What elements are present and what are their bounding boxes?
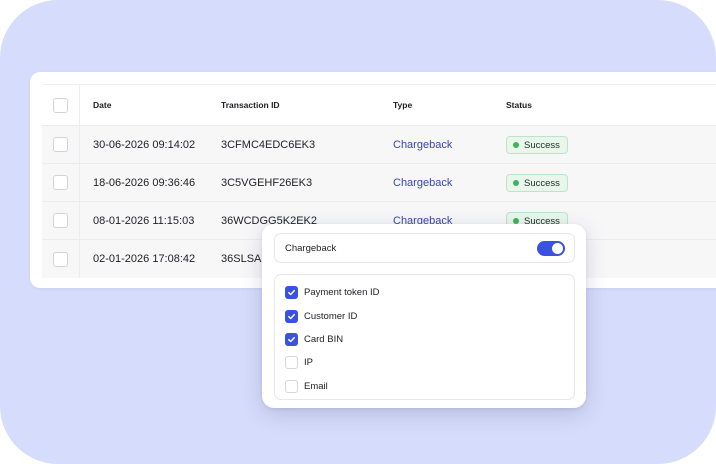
row-type-link[interactable]: Chargeback (393, 139, 452, 151)
option-ip[interactable]: IP (275, 351, 574, 374)
row-transaction-id: 36SLSA (221, 253, 262, 265)
checkbox-checked-icon[interactable] (285, 286, 298, 300)
status-badge: Success (506, 174, 568, 192)
checkbox-unchecked-icon[interactable] (285, 356, 298, 370)
status-dot-icon (513, 142, 519, 148)
option-label: Customer ID (304, 310, 358, 322)
row-checkbox[interactable] (53, 251, 68, 267)
table-header-row: Date Transaction ID Type Status (42, 84, 716, 126)
row-checkbox[interactable] (53, 137, 68, 152)
row-date: 08-01-2026 11:15:03 (93, 214, 195, 227)
status-badge: Success (506, 136, 568, 154)
option-customer-id[interactable]: Customer ID (275, 304, 574, 327)
row-checkbox[interactable] (53, 175, 68, 190)
option-email[interactable]: Email (275, 375, 574, 398)
chargeback-toggle[interactable] (537, 240, 565, 256)
row-type-link[interactable]: Chargeback (393, 177, 452, 189)
option-payment-token-id[interactable]: Payment token ID (275, 281, 574, 304)
header-status[interactable]: Status (506, 100, 532, 110)
header-date[interactable]: Date (93, 100, 111, 110)
option-card-bin[interactable]: Card BIN (275, 328, 574, 351)
checkbox-unchecked-icon[interactable] (285, 379, 298, 393)
popup-title: Chargeback (285, 242, 337, 254)
toggle-knob (552, 242, 563, 254)
option-label: Card BIN (304, 333, 344, 345)
option-label: Email (304, 380, 328, 392)
status-text: Success (524, 139, 560, 151)
option-label: IP (304, 357, 313, 369)
status-dot-icon (513, 180, 519, 186)
row-checkbox[interactable] (53, 213, 68, 228)
popup-header: Chargeback (274, 233, 575, 263)
chargeback-settings-popup: Chargeback Payment token ID Customer ID … (262, 224, 586, 408)
checkbox-checked-icon[interactable] (285, 332, 298, 346)
row-transaction-id: 3CFMC4EDC6EK3 (221, 138, 316, 151)
table-row[interactable]: 18-06-2026 09:36:46 3C5VGEHF26EK3 Charge… (42, 164, 716, 202)
field-options-list: Payment token ID Customer ID Card BIN IP… (274, 274, 575, 400)
table-row[interactable]: 30-06-2026 09:14:02 3CFMC4EDC6EK3 Charge… (42, 126, 716, 164)
checkbox-checked-icon[interactable] (285, 309, 298, 323)
row-date: 30-06-2026 09:14:02 (93, 138, 196, 151)
row-date: 02-01-2026 17:08:42 (93, 253, 196, 265)
select-all-checkbox[interactable] (53, 97, 68, 113)
status-text: Success (524, 177, 560, 189)
header-type[interactable]: Type (393, 100, 412, 110)
row-transaction-id: 3C5VGEHF26EK3 (221, 176, 313, 189)
option-label: Payment token ID (304, 287, 380, 299)
row-date: 18-06-2026 09:36:46 (93, 176, 196, 189)
header-transaction-id[interactable]: Transaction ID (221, 100, 280, 110)
